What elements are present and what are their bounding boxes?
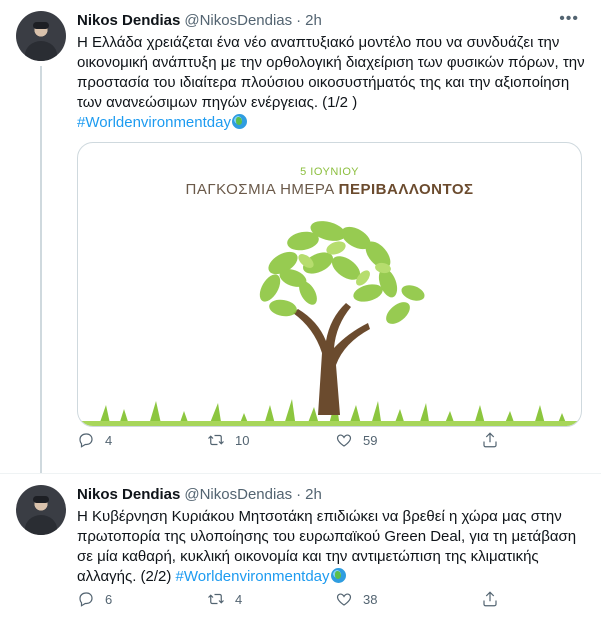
separator: · — [296, 11, 302, 29]
reply-button[interactable]: 4 — [77, 431, 112, 449]
hashtag-link[interactable]: #Worldenvironmentday — [176, 568, 330, 585]
avatar[interactable] — [16, 485, 66, 535]
heart-icon — [336, 593, 352, 606]
timestamp[interactable]: 2h — [305, 486, 322, 503]
avatar[interactable] — [16, 11, 66, 61]
author-name[interactable]: Nikos Dendias — [77, 486, 180, 503]
share-button[interactable] — [481, 431, 499, 449]
image-date: 5 ΙΟΥΝΙΟΥ — [300, 166, 359, 178]
like-button[interactable]: 38 — [335, 590, 377, 608]
retweet-icon — [208, 434, 224, 446]
share-button[interactable] — [481, 590, 499, 608]
tweet-header: Nikos Dendias @NikosDendias · 2h — [77, 484, 322, 504]
reply-button[interactable]: 6 — [77, 590, 112, 608]
more-icon[interactable]: ••• — [559, 10, 579, 28]
thread-line — [40, 66, 42, 473]
separator: · — [296, 485, 302, 503]
timestamp[interactable]: 2h — [305, 12, 322, 29]
tweet-1[interactable]: Nikos Dendias @NikosDendias · 2h ••• Η Ε… — [0, 0, 601, 473]
author-handle[interactable]: @NikosDendias — [184, 486, 292, 503]
hashtag-link[interactable]: #Worldenvironmentday — [77, 114, 231, 131]
reply-count: 4 — [105, 432, 113, 448]
tweet-image[interactable]: 5 ΙΟΥΝΙΟΥ ΠΑΓΚΟΣΜΙΑ ΗΜΕΡΑ ΠΕΡΙΒΑΛΛΟΝΤΟΣ — [77, 142, 582, 427]
heart-icon — [336, 434, 352, 447]
image-title: ΠΑΓΚΟΣΜΙΑ ΗΜΕΡΑ ΠΕΡΙΒΑΛΛΟΝΤΟΣ — [78, 181, 581, 198]
reply-icon — [79, 433, 93, 448]
like-button[interactable]: 59 — [335, 431, 377, 449]
tweet-text: Η Ελλάδα χρειάζεται ένα νέο αναπτυξιακό … — [77, 33, 587, 133]
share-icon — [483, 591, 497, 607]
tweet-2[interactable]: Nikos Dendias @NikosDendias · 2h Η Κυβέρ… — [0, 473, 601, 625]
tweet-text: Η Κυβέρνηση Κυριάκου Μητσοτάκη επιδιώκει… — [77, 507, 587, 587]
like-count: 59 — [363, 432, 378, 448]
author-handle[interactable]: @NikosDendias — [184, 12, 292, 29]
like-count: 38 — [363, 591, 378, 607]
tweet-header: Nikos Dendias @NikosDendias · 2h — [77, 10, 322, 30]
tweet-body: Η Ελλάδα χρειάζεται ένα νέο αναπτυξιακό … — [77, 34, 585, 111]
retweet-count: 4 — [235, 591, 243, 607]
retweet-icon — [208, 593, 224, 605]
reply-icon — [79, 592, 93, 607]
reply-count: 6 — [105, 591, 113, 607]
globe-icon — [231, 114, 247, 129]
image-title-bold: ΠΕΡΙΒΑΛΛΟΝΤΟΣ — [338, 181, 474, 198]
retweet-button[interactable]: 10 — [207, 431, 249, 449]
retweet-button[interactable]: 4 — [207, 590, 242, 608]
image-title-prefix: ΠΑΓΚΟΣΜΙΑ ΗΜΕΡΑ — [185, 181, 339, 198]
share-icon — [483, 432, 497, 448]
globe-icon — [330, 568, 346, 583]
retweet-count: 10 — [235, 432, 250, 448]
author-name[interactable]: Nikos Dendias — [77, 12, 180, 29]
